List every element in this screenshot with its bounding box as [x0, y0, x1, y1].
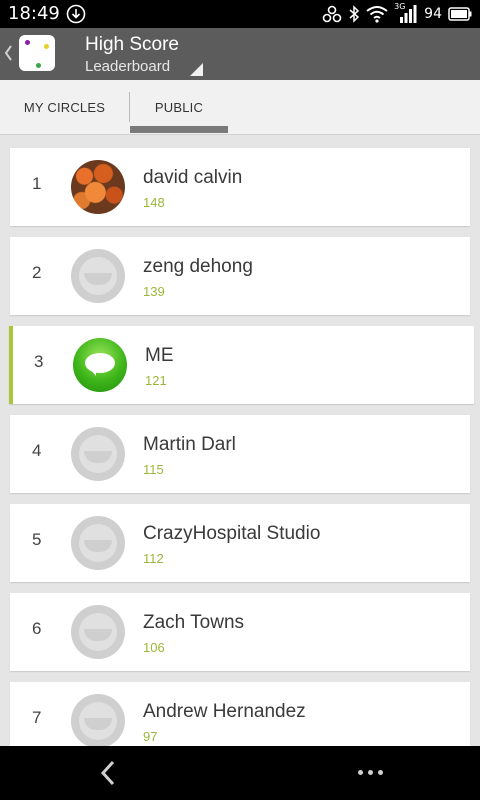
link-icon	[322, 5, 342, 23]
leaderboard-row[interactable]: 1 david calvin 148	[10, 148, 470, 226]
rank-number: 4	[32, 441, 42, 460]
bluetooth-icon	[349, 5, 360, 23]
player-name: Martin Darl	[143, 434, 236, 455]
leaderboard-selector-label[interactable]: Leaderboard	[85, 58, 170, 75]
player-score: 121	[145, 373, 167, 388]
messages-avatar	[73, 338, 127, 392]
rank-number: 6	[32, 619, 42, 638]
default-avatar	[71, 249, 125, 303]
default-avatar	[71, 605, 125, 659]
status-bar: 18:49 3G 94	[0, 0, 480, 28]
selected-tab-indicator	[130, 126, 228, 133]
player-name: Andrew Hernandez	[143, 701, 306, 722]
player-name: Zach Towns	[143, 612, 245, 633]
status-icons: 3G 94	[322, 2, 472, 24]
default-avatar	[71, 516, 125, 570]
player-name: zeng dehong	[143, 256, 253, 277]
default-avatar	[71, 694, 125, 746]
tab-bar: MY CIRCLES PUBLIC	[0, 80, 480, 135]
leaderboard-row-me[interactable]: 3 ME 121	[9, 326, 474, 404]
player-score: 112	[143, 551, 164, 566]
player-score: 148	[143, 195, 165, 210]
dropdown-arrow-icon[interactable]	[190, 63, 203, 76]
leaderboard-list[interactable]: 1 david calvin 148 2 zeng dehong 139 3 M…	[0, 134, 480, 746]
rank-number: 3	[34, 352, 44, 371]
signal-icon: 3G	[394, 2, 418, 23]
tab-my-circles[interactable]: MY CIRCLES	[0, 80, 129, 134]
player-score: 97	[143, 729, 158, 744]
download-icon	[66, 4, 86, 24]
leaderboard-row[interactable]: 4 Martin Darl 115	[10, 415, 470, 493]
battery-icon	[448, 7, 472, 21]
player-score: 139	[143, 284, 165, 299]
rank-number: 2	[32, 263, 42, 282]
action-bar: High Score Leaderboard	[0, 28, 480, 80]
leaderboard-row[interactable]: 6 Zach Towns 106	[10, 593, 470, 671]
rank-number: 5	[32, 530, 42, 549]
player-name: david calvin	[143, 167, 243, 188]
photo-avatar	[71, 160, 125, 214]
app-icon[interactable]	[19, 35, 55, 71]
rank-number: 1	[32, 174, 42, 193]
player-score: 106	[143, 640, 165, 655]
rank-number: 7	[32, 708, 42, 727]
navigation-bar	[0, 746, 480, 800]
wifi-icon	[366, 6, 388, 23]
back-icon[interactable]	[98, 760, 118, 786]
app-title: High Score	[85, 34, 179, 55]
up-navigation-icon[interactable]	[3, 40, 13, 66]
leaderboard-row[interactable]: 7 Andrew Hernandez 97	[10, 682, 470, 746]
more-icon[interactable]	[358, 770, 383, 775]
player-name: ME	[145, 345, 174, 366]
player-name: CrazyHospital Studio	[143, 523, 321, 544]
leaderboard-row[interactable]: 2 zeng dehong 139	[10, 237, 470, 315]
leaderboard-row[interactable]: 5 CrazyHospital Studio 112	[10, 504, 470, 582]
default-avatar	[71, 427, 125, 481]
status-time: 18:49	[8, 3, 60, 24]
battery-level: 94	[424, 6, 442, 22]
player-score: 115	[143, 462, 164, 477]
